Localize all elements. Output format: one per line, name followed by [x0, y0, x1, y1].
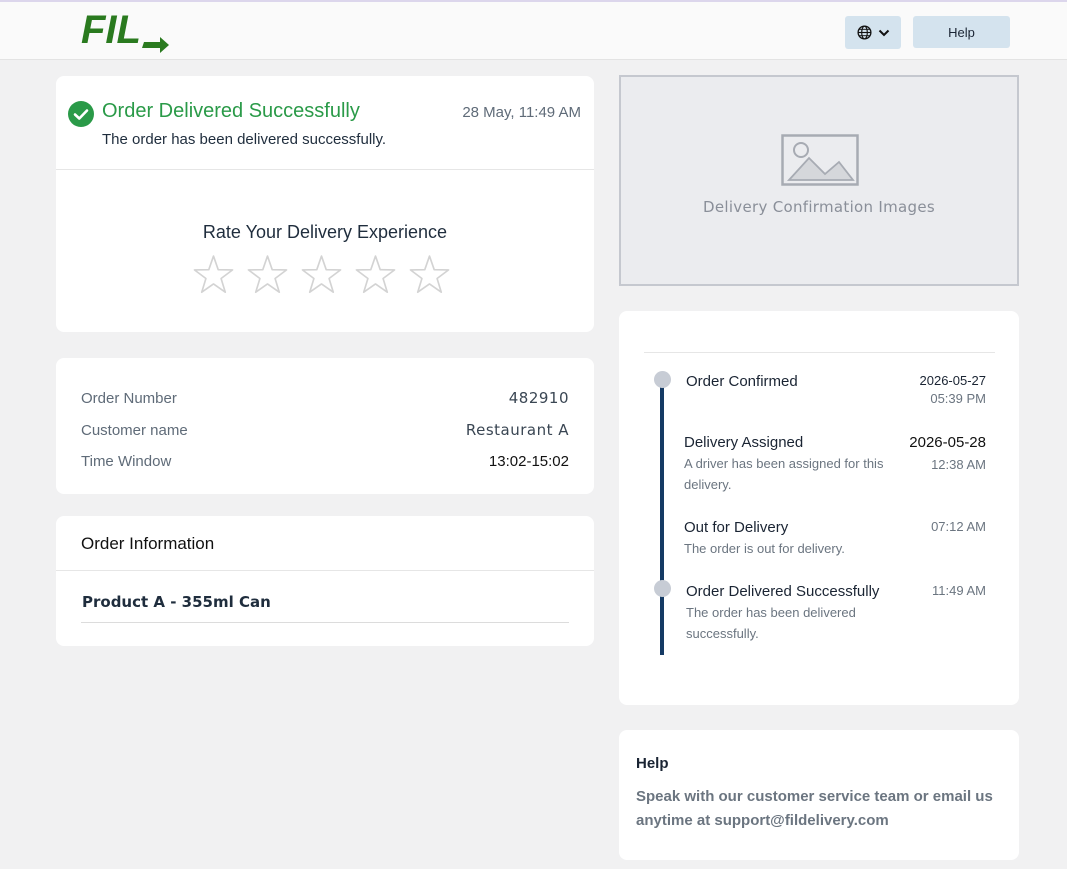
timeline-dot: [654, 371, 671, 388]
detail-row-order-number: Order Number 482910: [81, 388, 569, 408]
chevron-down-icon: [878, 29, 889, 36]
help-card: Help Speak with our customer service tea…: [619, 730, 1019, 860]
language-selector[interactable]: [845, 16, 901, 49]
order-details-card: Order Number 482910 Customer name Restau…: [56, 358, 594, 494]
delivery-status-card: Order Delivered Successfully 28 May, 11:…: [56, 76, 594, 332]
delivery-images-label: Delivery Confirmation Images: [702, 198, 936, 216]
order-information-card: Order Information Product A - 355ml Can: [56, 516, 594, 646]
svg-text:FIL: FIL: [81, 8, 141, 52]
detail-value: Restaurant A: [465, 421, 569, 439]
help-title: Help: [636, 755, 669, 772]
delivery-timeline-card: Order Confirmed 2026-05-27 05:39 PM Deli…: [619, 311, 1019, 705]
detail-row-customer-name: Customer name Restaurant A: [81, 420, 569, 440]
timeline-step-date: 2026-05-27: [919, 373, 987, 388]
timeline-step-title: Order Confirmed: [686, 373, 798, 390]
delivery-images-panel[interactable]: Delivery Confirmation Images: [619, 75, 1019, 286]
product-item: Product A - 355ml Can: [82, 593, 271, 611]
star-icon-3[interactable]: [301, 254, 342, 295]
star-icon-1[interactable]: [193, 254, 234, 295]
detail-label: Time Window: [81, 452, 172, 470]
globe-icon: [856, 25, 872, 40]
detail-value: 482910: [508, 389, 569, 407]
timeline-step-title: Order Delivered Successfully: [686, 583, 880, 600]
order-information-title: Order Information: [81, 534, 215, 553]
detail-label: Customer name: [81, 421, 188, 439]
rating-title: Rate Your Delivery Experience: [202, 222, 448, 242]
help-text: Speak with our customer service team or …: [636, 788, 993, 829]
check-circle-icon: [68, 101, 94, 127]
status-title: Order Delivered Successfully: [102, 100, 360, 122]
star-rating[interactable]: [193, 254, 450, 295]
detail-value: 13:02-15:02: [488, 452, 569, 470]
timeline-step-date: 2026-05-28: [909, 434, 986, 451]
help-button[interactable]: Help: [913, 16, 1010, 48]
divider: [56, 570, 594, 571]
status-description: The order has been delivered successfull…: [102, 131, 387, 148]
divider: [81, 622, 569, 623]
timeline-step-title: Delivery Assigned: [684, 434, 804, 451]
timeline-step-time: 12:38 AM: [931, 457, 986, 472]
timeline-step-time: 11:49 AM: [932, 583, 986, 598]
fil-logo[interactable]: FIL: [80, 8, 172, 54]
timeline-line: [660, 377, 664, 655]
detail-label: Order Number: [81, 389, 177, 407]
top-bar: FIL Help: [0, 0, 1067, 60]
divider: [644, 352, 995, 353]
timeline-step-description: The order has been delivered successfull…: [686, 605, 856, 641]
star-icon-4[interactable]: [355, 254, 396, 295]
star-icon-2[interactable]: [247, 254, 288, 295]
timeline-step-description: The order is out for delivery.: [684, 541, 845, 556]
timeline-dot: [654, 580, 671, 597]
timeline-step-description: A driver has been assigned for this deli…: [684, 456, 884, 492]
divider: [56, 169, 594, 170]
star-icon-5[interactable]: [409, 254, 450, 295]
detail-row-time-window: Time Window 13:02-15:02: [81, 451, 569, 471]
image-placeholder-icon: [781, 134, 859, 186]
timeline-step-time: 07:12 AM: [931, 519, 986, 534]
timeline-step-time: 05:39 PM: [930, 391, 986, 406]
status-time: 28 May, 11:49 AM: [462, 104, 581, 121]
timeline-step-title: Out for Delivery: [684, 519, 789, 536]
